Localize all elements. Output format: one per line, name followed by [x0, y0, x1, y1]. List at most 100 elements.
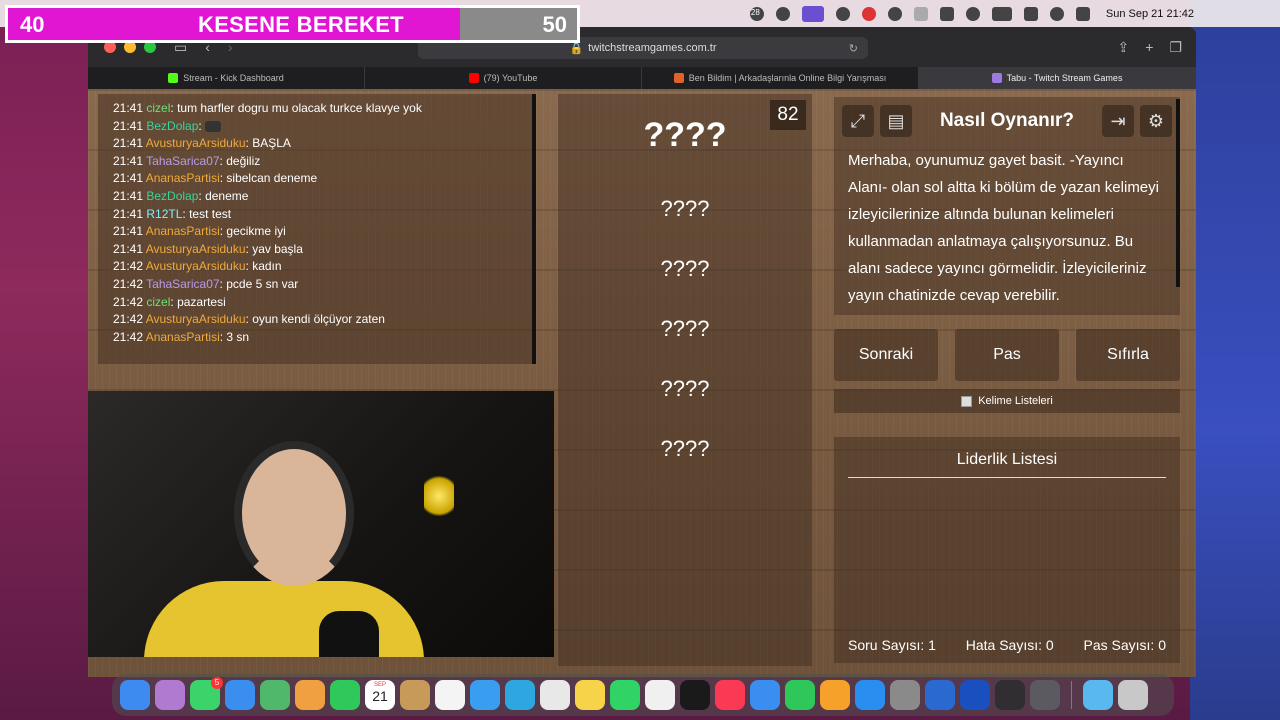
chat-time: 21:42 — [113, 329, 144, 344]
music-app[interactable] — [715, 680, 745, 710]
word-lists-checkbox[interactable] — [961, 395, 973, 407]
menu-clock[interactable]: Sun Sep 21 21:42 — [1106, 8, 1194, 20]
info-title: Nasıl Oynanır? — [939, 110, 1075, 131]
chat-message: 21:41 AvusturyaArsiduku: yav başla — [113, 241, 303, 256]
control-center-icon[interactable] — [1075, 6, 1090, 21]
chat-username[interactable]: AnanasPartisi — [146, 330, 220, 344]
mail-app[interactable] — [225, 680, 255, 710]
xcode-app[interactable] — [925, 680, 955, 710]
share-icon[interactable]: ⇪ — [1118, 39, 1130, 56]
reminders-app[interactable] — [435, 680, 465, 710]
word-lists-toggle[interactable]: Kelime Listeleri — [834, 389, 1180, 413]
badge-icon[interactable]: 28 — [749, 6, 764, 21]
chat-username[interactable]: cizel — [146, 101, 170, 115]
chat-username[interactable]: TahaSarica07 — [146, 277, 219, 291]
chat-time: 21:41 — [113, 118, 144, 133]
chat-username[interactable]: R12TL — [146, 207, 182, 221]
battery-icon[interactable] — [991, 6, 1012, 21]
chat-username[interactable]: AvusturyaArsiduku — [146, 312, 246, 326]
chat-text: BAŞLA — [252, 136, 291, 151]
stream-overlay-banner: 40 KESENE BEREKET 50 — [5, 5, 580, 43]
keynote-app[interactable] — [750, 680, 780, 710]
record-icon[interactable] — [861, 6, 876, 21]
chat-username[interactable]: AvusturyaArsiduku — [146, 259, 246, 273]
emote-image — [205, 120, 222, 132]
tab-ben-bildim[interactable]: Ben Bildim | Arkadaşlarınla Online Bilgi… — [642, 67, 919, 89]
new-tab-icon[interactable]: + — [1145, 39, 1153, 56]
photos-app[interactable] — [295, 680, 325, 710]
messages-app[interactable]: 5 — [190, 677, 223, 710]
chat-username[interactable]: AnanasPartisi — [146, 171, 220, 185]
chat-time: 21:41 — [113, 188, 144, 203]
bluetooth-icon[interactable] — [939, 6, 954, 21]
status-icon[interactable] — [775, 6, 790, 21]
chat-username[interactable]: cizel — [146, 295, 170, 309]
fullscreen-icon[interactable]: ⤢ — [842, 105, 874, 137]
appstore-app[interactable] — [855, 680, 885, 710]
pass-button[interactable]: Pas — [955, 329, 1059, 381]
game-page: 21:41 cizel: tum harfler dogru mu olacak… — [88, 89, 1196, 677]
tabu-icon — [991, 73, 1002, 83]
chrome-app[interactable] — [540, 680, 570, 710]
chat-message: 21:41 BezDolap: deneme — [113, 188, 249, 203]
tab-youtube[interactable]: (79) YouTube — [365, 67, 642, 89]
word-card: 82 ???? ???? ???? ???? ???? ???? — [558, 94, 812, 666]
quicktime-app[interactable] — [1030, 680, 1060, 710]
telegram-app[interactable] — [505, 680, 535, 710]
next-button[interactable]: Sonraki — [834, 329, 938, 381]
notes-app[interactable] — [575, 680, 605, 710]
info-scrollbar[interactable] — [1176, 99, 1180, 287]
freeform-app[interactable] — [645, 680, 675, 710]
chat-time: 21:42 — [113, 259, 144, 274]
reload-icon[interactable]: ↻ — [849, 42, 858, 55]
finder-app[interactable] — [120, 680, 150, 710]
search-icon[interactable] — [1049, 6, 1064, 21]
pages-app[interactable] — [820, 680, 850, 710]
gear-icon[interactable]: ⚙ — [1140, 105, 1172, 137]
facetime-app[interactable] — [330, 680, 360, 710]
launchpad-app[interactable] — [155, 680, 185, 710]
chat-message: 21:42 AvusturyaArsiduku: kadın — [113, 259, 282, 274]
notes-folder-app[interactable] — [400, 680, 430, 710]
info-body: Merhaba, oyunumuz gayet basit. -Yayıncı … — [848, 152, 1159, 304]
chat-text: yav başla — [252, 241, 303, 256]
play-icon[interactable] — [965, 6, 980, 21]
chat-text: sibelcan deneme — [226, 171, 318, 186]
tab-tabu[interactable]: Tabu - Twitch Stream Games — [919, 67, 1196, 89]
chat-username[interactable]: BezDolap — [146, 189, 198, 203]
appletv-app[interactable] — [680, 680, 710, 710]
chat-username[interactable]: AnanasPartisi — [146, 224, 220, 238]
obs-app[interactable] — [995, 680, 1025, 710]
chat-message: 21:42 AnanasPartisi: 3 sn — [113, 329, 250, 344]
settings-app[interactable] — [890, 680, 920, 710]
tab-overview-icon[interactable]: ❐ — [1169, 39, 1182, 56]
chat-username[interactable]: AvusturyaArsiduku — [146, 136, 246, 150]
globe-icon[interactable] — [835, 6, 850, 21]
calendar-app[interactable]: SEP 21 — [365, 680, 395, 710]
forbidden-word: ???? — [660, 256, 710, 281]
word-lists-label: Kelime Listeleri — [978, 395, 1053, 407]
tab-kick-dashboard[interactable]: Stream - Kick Dashboard — [88, 67, 365, 89]
chat-text: gecikme iyi — [226, 224, 286, 239]
error-count: Hata Sayısı: 0 — [965, 637, 1054, 653]
cloud-icon[interactable] — [913, 6, 928, 21]
whatsapp-app[interactable] — [610, 680, 640, 710]
numbers-app[interactable] — [785, 680, 815, 710]
maps-app[interactable] — [260, 680, 290, 710]
trash-app[interactable] — [1118, 680, 1148, 710]
chat-username[interactable]: AvusturyaArsiduku — [146, 242, 246, 256]
wifi-icon[interactable] — [1023, 6, 1038, 21]
wd-app[interactable] — [960, 680, 990, 710]
chat-username[interactable]: TahaSarica07 — [146, 154, 219, 168]
document-icon[interactable]: ▤ — [880, 105, 912, 137]
vpn-icon[interactable] — [887, 6, 902, 21]
chat-text: deneme — [205, 188, 249, 203]
leaderboard-title: Liderlik Listesi — [848, 437, 1166, 478]
downloads-folder[interactable] — [1083, 680, 1113, 710]
logout-icon[interactable]: ⇥ — [1102, 105, 1134, 137]
safari-app[interactable] — [470, 680, 500, 710]
reset-button[interactable]: Sıfırla — [1076, 329, 1180, 381]
dock: 5 SEP 21 — [112, 674, 1174, 716]
screen-mirror-icon[interactable] — [801, 5, 824, 22]
chat-username[interactable]: BezDolap — [146, 119, 198, 133]
